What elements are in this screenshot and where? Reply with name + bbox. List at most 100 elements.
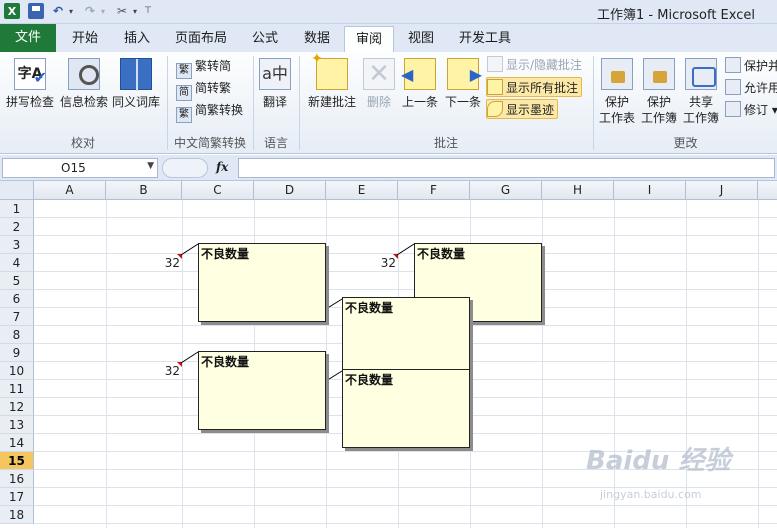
track-changes-label: 修订 (744, 103, 769, 117)
next-comment-label: 下一条 (444, 95, 481, 109)
comment-box[interactable]: 不良数量 (342, 297, 470, 371)
title-bar: X ↶ ▾ ↷ ▾ ✂ ▾ ⊤ 工作簿1 - Microsoft Excel (0, 0, 777, 24)
show-ink-button[interactable]: 显示墨迹 (486, 99, 559, 119)
show-ink-label: 显示墨迹 (506, 103, 555, 117)
tools-icon[interactable]: ✂ (114, 3, 130, 19)
tools-dropdown-icon[interactable]: ▾ (130, 3, 140, 19)
research-button[interactable]: 信息检索 (58, 58, 110, 110)
track-changes-button[interactable]: 修订 ▾ (725, 100, 777, 120)
show-hide-comment-icon (487, 56, 503, 72)
undo-dropdown-icon[interactable]: ▾ (66, 3, 76, 19)
tab-developer[interactable]: 开发工具 (452, 26, 518, 52)
share-workbook-icon (685, 58, 717, 90)
to-traditional-button[interactable]: 简简转繁 (176, 78, 231, 101)
chevron-down-icon[interactable]: ▼ (147, 161, 154, 171)
allow-users-edit-label: 允许用 (744, 81, 777, 95)
customize-quick-access-icon[interactable]: ⊤ (142, 3, 154, 19)
research-icon (68, 58, 100, 90)
protect-and-share-icon (725, 57, 741, 73)
baidu-watermark-url: jingyan.baidu.com (600, 488, 702, 501)
tab-page-layout[interactable]: 页面布局 (168, 26, 234, 52)
thesaurus-label: 同义词库 (111, 95, 160, 109)
research-label: 信息检索 (59, 95, 108, 109)
new-comment-button[interactable]: 新建批注 (305, 51, 359, 110)
tab-review[interactable]: 审阅 (344, 26, 394, 53)
tab-formulas[interactable]: 公式 (242, 26, 288, 52)
protect-sheet-label-1: 保护 (604, 95, 629, 109)
protect-workbook-label-1: 保护 (646, 95, 671, 109)
excel-app-icon[interactable]: X (4, 3, 20, 19)
to-simplified-label: 繁转简 (195, 59, 232, 73)
show-all-comments-button[interactable]: 显示所有批注 (486, 77, 583, 97)
name-box[interactable]: O15 ▼ (2, 158, 158, 178)
show-all-comments-icon (487, 79, 503, 95)
thesaurus-button[interactable]: 同义词库 (110, 58, 162, 110)
save-icon[interactable] (28, 3, 44, 19)
translate-label: 翻译 (262, 95, 287, 109)
formula-bar-handle[interactable] (162, 158, 208, 178)
new-comment-label: 新建批注 (307, 95, 356, 109)
next-comment-button[interactable]: 下一条 (443, 58, 483, 110)
protect-sheet-button[interactable]: 保护 工作表 (598, 58, 636, 126)
previous-comment-button[interactable]: 上一条 (400, 58, 440, 110)
protect-workbook-button[interactable]: 保护 工作簿 (640, 58, 678, 126)
share-workbook-label-1: 共享 (688, 95, 713, 109)
formula-bar: O15 ▼ fx (0, 155, 777, 181)
window-title: 工作簿1 - Microsoft Excel (597, 8, 755, 23)
show-hide-comment-button: 显示/隐藏批注 (487, 55, 582, 75)
thesaurus-icon (120, 58, 152, 91)
track-changes-icon (725, 101, 741, 117)
delete-icon: ✕ (363, 58, 395, 90)
comment-text: 不良数量 (345, 373, 394, 387)
tab-home[interactable]: 开始 (62, 26, 108, 52)
translate-icon: a中 (259, 58, 291, 90)
previous-comment-label: 上一条 (401, 95, 438, 109)
next-comment-icon (447, 58, 482, 90)
protect-workbook-icon (643, 58, 675, 90)
chinese-conversion-button[interactable]: 繁简繁转换 (176, 100, 244, 123)
to-simplified-button[interactable]: 繁繁转简 (176, 56, 232, 79)
insert-function-icon[interactable]: fx (216, 160, 228, 174)
comment-text: 不良数量 (201, 247, 250, 261)
chinese-conversion-icon: 繁 (176, 107, 192, 123)
tab-file[interactable]: 文件 (0, 24, 56, 52)
formula-input[interactable] (238, 158, 775, 178)
spelling-label: 拼写检查 (5, 95, 54, 109)
share-workbook-label-2: 工作簿 (682, 111, 719, 125)
show-all-comments-label: 显示所有批注 (506, 81, 579, 95)
tab-data[interactable]: 数据 (294, 26, 340, 52)
protect-workbook-label-2: 工作簿 (640, 111, 677, 125)
allow-users-edit-icon (725, 79, 741, 95)
comment-box[interactable]: 不良数量 (198, 351, 326, 430)
spelling-icon: 字A (14, 58, 47, 93)
share-workbook-button[interactable]: 共享 工作簿 (682, 58, 720, 126)
ribbon-tabs: 文件 开始 插入 页面布局 公式 数据 审阅 视图 开发工具 (0, 24, 777, 53)
redo-dropdown-icon: ▾ (100, 6, 105, 16)
name-box-value: O15 (61, 161, 86, 175)
group-label-chinese: 中文简繁转换 (173, 136, 246, 150)
protect-and-share-label: 保护并 (744, 59, 777, 73)
protect-sheet-label-2: 工作表 (598, 111, 635, 125)
show-ink-icon (487, 101, 503, 117)
protect-and-share-button[interactable]: 保护并 (725, 56, 777, 76)
translate-button[interactable]: a中 翻译 (258, 58, 292, 110)
spelling-button[interactable]: 字A 拼写检查 (4, 58, 56, 110)
traditional-to-simplified-icon: 繁 (176, 63, 192, 79)
simplified-to-traditional-icon: 简 (176, 85, 192, 101)
tab-view[interactable]: 视图 (398, 26, 444, 52)
chevron-down-icon: ▾ (768, 103, 777, 117)
group-label-changes: 更改 (673, 136, 698, 150)
comment-box[interactable]: 不良数量 (198, 243, 326, 322)
delete-label: 删除 (366, 95, 391, 109)
comment-text: 不良数量 (201, 355, 250, 369)
comment-text: 不良数量 (345, 301, 394, 315)
ribbon: 字A 拼写检查 信息检索 同义词库 校对 繁繁转简 简简转繁 繁简繁转换 中文简… (0, 51, 777, 154)
tab-insert[interactable]: 插入 (114, 26, 160, 52)
chinese-conversion-label: 简繁转换 (195, 103, 244, 117)
show-hide-comment-label: 显示/隐藏批注 (506, 58, 583, 72)
allow-users-edit-button[interactable]: 允许用 (725, 78, 777, 98)
comment-text: 不良数量 (417, 247, 466, 261)
delete-comment-button: ✕ 删除 (362, 58, 396, 110)
undo-icon[interactable]: ↶ (50, 3, 66, 19)
comment-box[interactable]: 不良数量 (342, 369, 470, 448)
